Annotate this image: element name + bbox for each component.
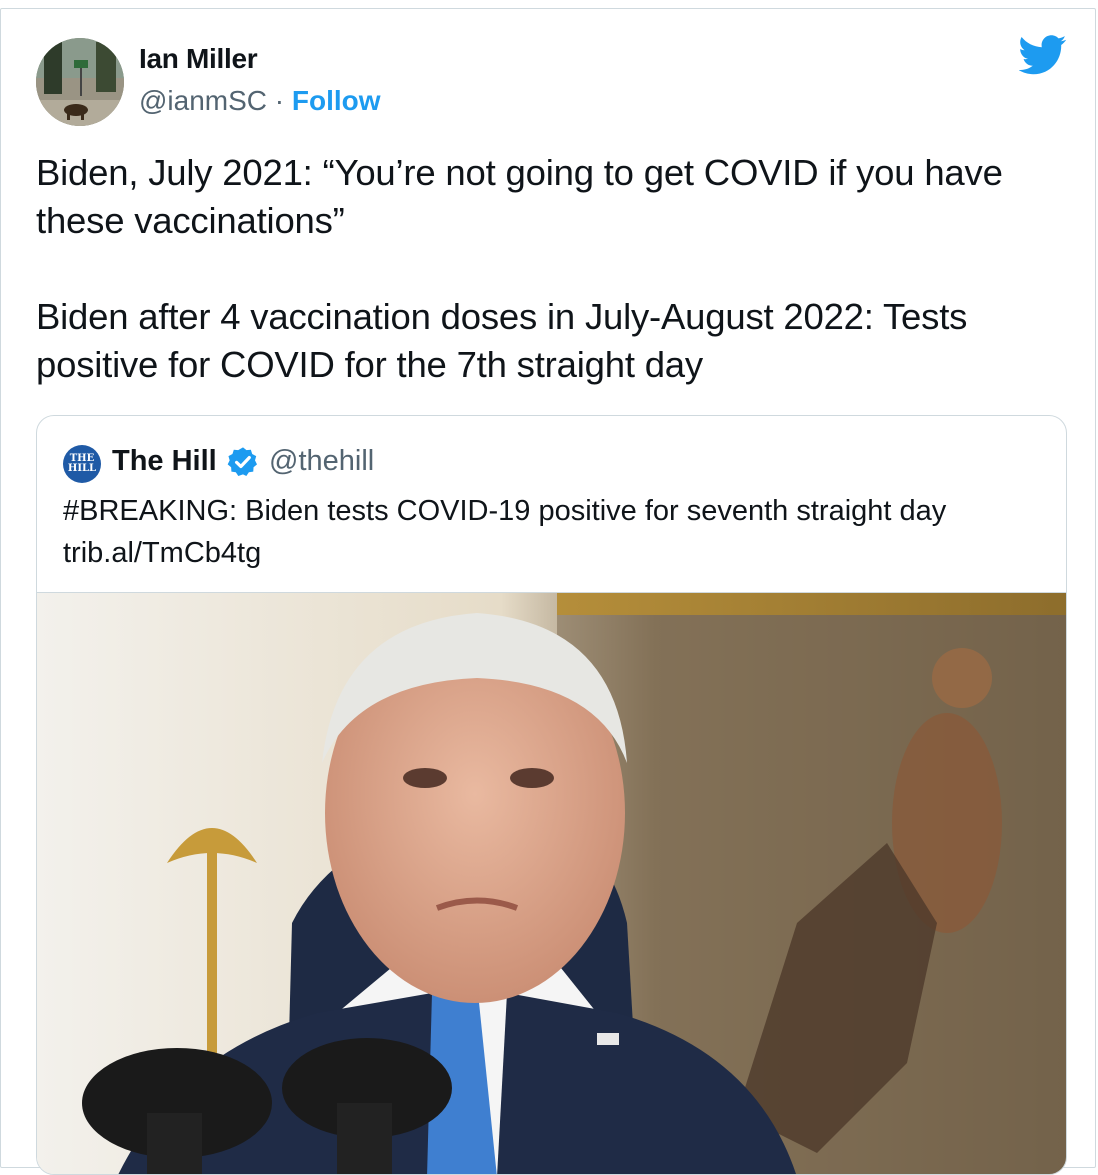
verified-badge-icon [227,447,257,476]
quoted-tweet-text: #BREAKING: Biden tests COVID-19 positive… [63,495,947,569]
news-photo-image [37,593,1066,1174]
twitter-bird-icon[interactable] [1019,35,1067,75]
tweet-card[interactable]: Ian Miller @ianmSC · Follow Biden, July … [0,8,1096,1175]
the-hill-logo: THE HILL [63,445,101,483]
author-handle-row: @ianmSC · Follow [139,85,381,117]
quoted-author-handle: @thehill [269,445,375,477]
quoted-tweet[interactable]: THE HILL The Hill @thehill #BREAKING: Bi… [36,415,1067,1175]
tweet-text: Biden, July 2021: “You’re not going to g… [36,152,1003,385]
author-name[interactable]: Ian Miller [139,43,258,75]
avatar[interactable] [36,38,124,126]
author-handle[interactable]: @ianmSC [139,85,267,116]
news-photo[interactable] [37,592,1066,1174]
quoted-author-name: The Hill [112,445,217,477]
avatar-image [36,38,124,126]
follow-button[interactable]: Follow [292,85,381,116]
separator-dot: · [274,85,285,116]
